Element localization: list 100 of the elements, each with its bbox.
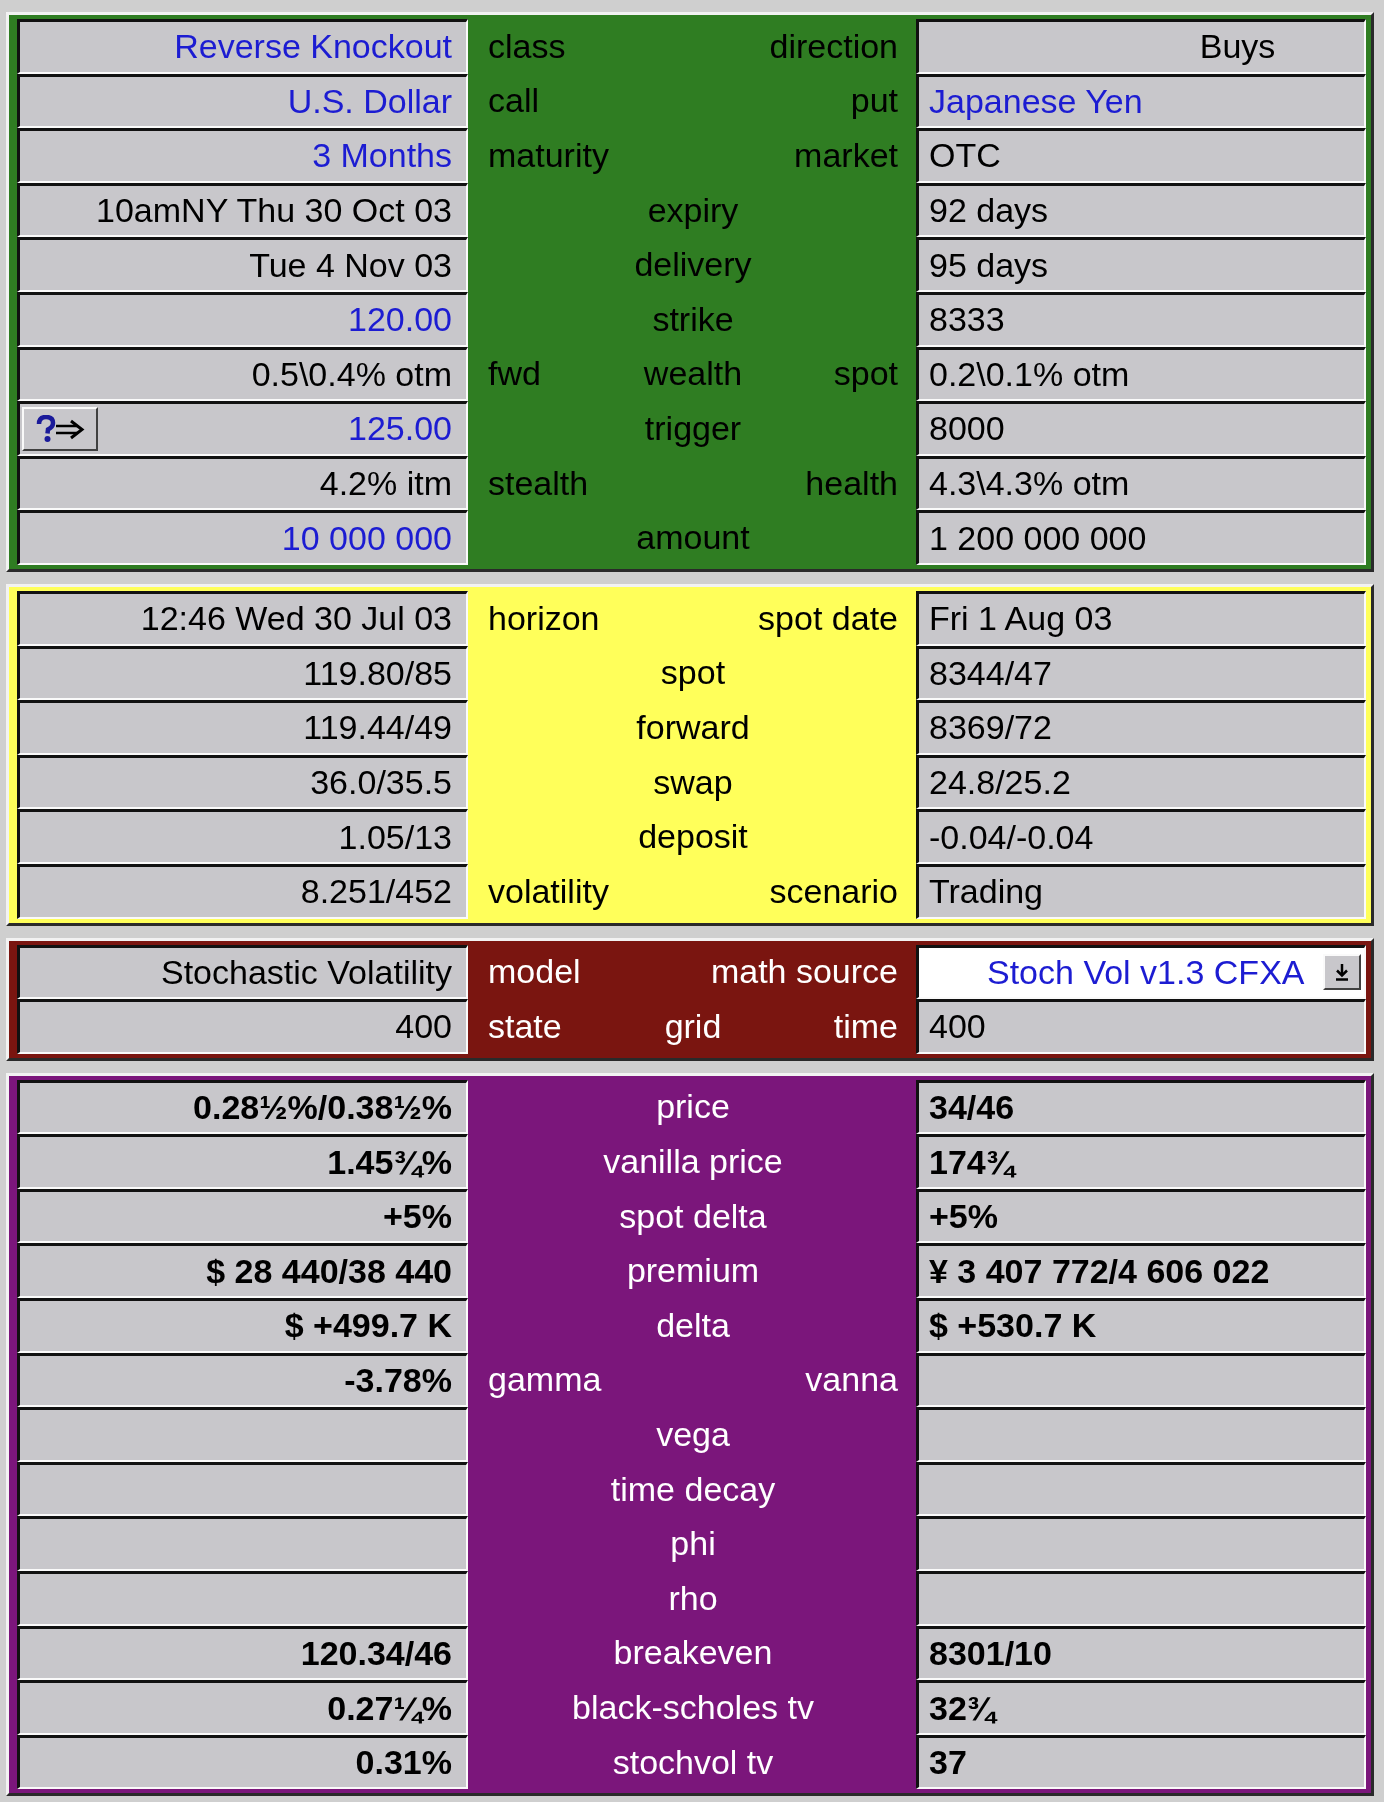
- dropdown[interactable]: Stoch Vol v1.3 CFXA: [916, 944, 1366, 1000]
- field-label: price: [656, 1087, 730, 1127]
- value-field: Fri 1 Aug 03: [916, 590, 1366, 646]
- value-field: 0.27¼%: [17, 1680, 468, 1735]
- field-label: model: [488, 952, 581, 992]
- field-label: spot: [660, 653, 726, 693]
- value-field[interactable]: 125.00: [17, 401, 468, 456]
- field-label: strike: [652, 299, 734, 339]
- value-field: 12:46 Wed 30 Jul 03: [17, 590, 468, 646]
- field-label: expiry: [647, 190, 739, 230]
- value-field: 400: [916, 999, 1366, 1054]
- value-field: Stochastic Volatility: [17, 944, 468, 1000]
- value-field: Buys: [916, 19, 1366, 74]
- field-label: deposit: [638, 817, 748, 857]
- value-field: $ +530.7 K: [916, 1298, 1366, 1353]
- field-label: stealth: [488, 463, 589, 503]
- field-label: vega: [656, 1415, 730, 1455]
- value-field: 36.0/35.5: [17, 754, 468, 810]
- value-field: 1.45¾%: [17, 1134, 468, 1189]
- field-label: delivery: [634, 245, 752, 285]
- field-label: direction: [769, 26, 898, 66]
- value-field: $ 28 440/38 440: [17, 1243, 468, 1299]
- question-arrow-icon: [34, 414, 86, 443]
- field-label: volatility: [488, 871, 609, 911]
- value-field: +5%: [916, 1188, 1366, 1244]
- dropdown-button[interactable]: [1323, 954, 1361, 991]
- value-field: 119.44/49: [17, 700, 468, 755]
- value-field: 95 days: [916, 237, 1366, 292]
- value-field: 1 200 000 000: [916, 510, 1366, 565]
- field-label: grid: [664, 1006, 722, 1046]
- value-field: 8301/10: [916, 1625, 1366, 1681]
- field-label: time: [833, 1006, 898, 1046]
- value-field: 0.28½%/0.38½%: [17, 1079, 468, 1135]
- field-label: call: [488, 81, 540, 121]
- value-field: Tue 4 Nov 03: [17, 237, 468, 292]
- value-field[interactable]: 120.00: [17, 291, 468, 347]
- field-label: phi: [670, 1524, 716, 1564]
- value-field: 8.251/452: [17, 863, 468, 919]
- field-label: stochvol tv: [612, 1742, 774, 1782]
- value-field: 32¾: [916, 1680, 1366, 1735]
- field-label: fwd: [488, 354, 541, 394]
- value-field: OTC: [916, 128, 1366, 183]
- field-label: black-scholes tv: [572, 1688, 814, 1727]
- value-field: 0.31%: [17, 1734, 468, 1790]
- field-label: premium: [626, 1251, 760, 1291]
- value-field: 119.80/85: [17, 645, 468, 701]
- value-field[interactable]: Japanese Yen: [916, 73, 1366, 129]
- field-label: scenario: [769, 871, 898, 911]
- value-field: 10amNY Thu 30 Oct 03: [17, 182, 468, 238]
- value-field: 4.2% itm: [17, 455, 468, 511]
- value-field[interactable]: U.S. Dollar: [17, 73, 468, 129]
- field-label: spot date: [758, 598, 898, 638]
- field-label: class: [488, 26, 566, 66]
- value-field: 0.2\0.1% otm: [916, 346, 1366, 402]
- value-field: $ +499.7 K: [17, 1298, 468, 1353]
- help-button[interactable]: [22, 406, 98, 451]
- field-label: maturity: [488, 136, 609, 175]
- field-label: market: [794, 136, 898, 175]
- value-field: -3.78%: [17, 1352, 468, 1408]
- value-field: 120.34/46: [17, 1625, 468, 1681]
- value-field: 1.05/13: [17, 809, 468, 864]
- field-label: state: [488, 1006, 562, 1046]
- field-label: time decay: [610, 1469, 776, 1509]
- value-field: 8000: [916, 401, 1366, 456]
- value-field: 8344/47: [916, 645, 1366, 701]
- field-label: math source: [710, 952, 898, 992]
- down-arrow-icon: [1334, 963, 1350, 982]
- value-field[interactable]: Reverse Knockout: [17, 19, 468, 74]
- value-field: 8369/72: [916, 700, 1366, 755]
- field-label: vanna: [805, 1360, 898, 1400]
- value-field: 92 days: [916, 182, 1366, 238]
- field-label: spot delta: [619, 1196, 767, 1236]
- field-label: put: [850, 81, 898, 121]
- field-label: rho: [668, 1578, 718, 1618]
- value-field: 400: [17, 999, 468, 1054]
- value-field: 34/46: [916, 1079, 1366, 1135]
- field-label: delta: [656, 1305, 730, 1345]
- value-field: 37: [916, 1734, 1366, 1790]
- field-label: swap: [653, 762, 733, 802]
- field-label: trigger: [644, 408, 742, 448]
- field-label: health: [805, 463, 898, 503]
- value-field: 0.5\0.4% otm: [17, 346, 468, 402]
- field-label: forward: [636, 707, 750, 747]
- value-field: +5%: [17, 1188, 468, 1244]
- field-label: vanilla price: [603, 1142, 783, 1182]
- field-label: gamma: [488, 1360, 602, 1400]
- field-label: amount: [636, 518, 750, 558]
- field-label: horizon: [488, 598, 600, 638]
- field-label: spot: [833, 354, 898, 394]
- value-field: 174¾: [916, 1134, 1366, 1189]
- value-field[interactable]: 3 Months: [17, 128, 468, 183]
- value-field: 4.3\4.3% otm: [916, 455, 1366, 511]
- value-field: -0.04/-0.04: [916, 809, 1366, 864]
- value-field[interactable]: 10 000 000: [17, 510, 468, 565]
- field-label: breakeven: [613, 1633, 773, 1673]
- value-field: 8333: [916, 291, 1366, 347]
- value-field: ¥ 3 407 772/4 606 022: [916, 1243, 1366, 1299]
- field-label: wealth: [643, 354, 743, 394]
- value-field: Trading: [916, 863, 1366, 919]
- value-field: 24.8/25.2: [916, 754, 1366, 810]
